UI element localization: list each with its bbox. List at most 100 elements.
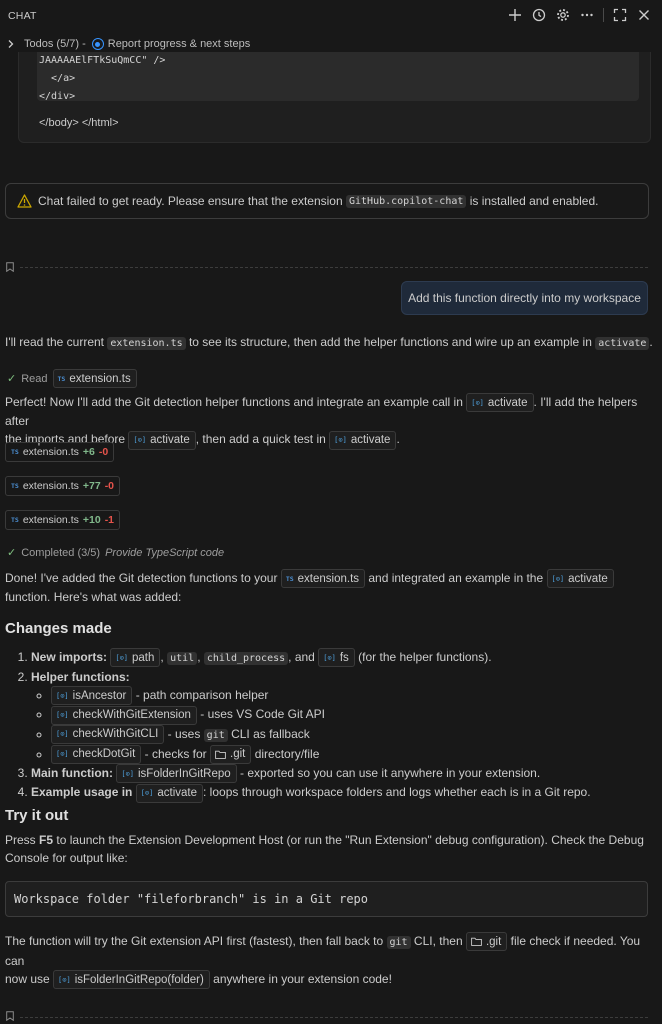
bookmark-icon[interactable] [6,1011,14,1021]
inline-code: util [167,652,198,665]
symbol-chip[interactable]: [⊙]checkWithGitCLI [51,724,165,744]
lines-removed: -0 [98,446,109,458]
symbol-name: checkDotGit [72,748,136,761]
output-code-block: Workspace folder "fileforbranch" is in a… [5,881,648,917]
symbol-chip[interactable]: [⊙] activate [546,569,614,589]
symbol-chip[interactable]: [⊙] isFolderInGitRepo(folder) [53,970,210,990]
text: , and [288,650,315,664]
check-icon: ✓ [7,373,17,385]
text: and integrated an example in the [368,571,544,585]
symbol-chip[interactable]: [⊙]checkDotGit [51,744,142,764]
symbol-icon: [⊙] [115,653,129,662]
extension-id-code: GitHub.copilot-chat [345,194,467,208]
file-name: extension.ts [22,480,79,492]
completed-status: ✓ Completed (3/5) Provide TypeScript cod… [7,546,225,560]
symbol-chip[interactable]: [⊙]isAncestor [51,686,133,706]
code-line: JAAAAAElFTkSuQmCC" /> [39,55,166,66]
list-item: New imports: [⊙]path, util, child_proces… [31,648,662,668]
symbol-chip[interactable]: [⊙] activate [128,430,196,450]
bookmark-icon[interactable] [6,262,14,272]
text: - uses [167,726,201,741]
symbol-name: activate [157,787,198,800]
symbol-icon: [⊙] [56,691,69,700]
item-label: Example usage in [31,785,133,800]
code-line: </a> [39,73,76,84]
symbol-icon: [⊙] [121,769,134,778]
symbol-icon: [⊙] [58,975,71,984]
inline-code: git [386,936,411,949]
text: to see its structure, then add the helpe… [188,335,592,349]
file-edit-row[interactable]: TS extension.ts +10 -1 [5,510,121,530]
gear-icon[interactable] [555,7,571,23]
response-paragraph: Press F5 to launch the Extension Develop… [5,831,655,867]
typescript-icon: TS [57,374,66,383]
symbol-icon: [⊙] [140,789,154,798]
symbol-chip[interactable]: [⊙] activate [466,393,534,413]
typescript-icon: TS [285,574,294,583]
text: , [160,650,164,664]
user-message: Add this function directly into my works… [401,281,648,315]
symbol-name: activate [487,396,528,409]
file-edit-row[interactable]: TS extension.ts +6 -0 [5,442,115,462]
file-name: extension.ts [69,372,131,385]
symbol-icon: [⊙] [323,653,336,662]
file-edit-row[interactable]: TS extension.ts +77 -0 [5,476,121,496]
symbol-icon: [⊙] [133,436,147,445]
symbol-chip[interactable]: [⊙] activate [329,430,397,450]
inline-code: extension.ts [107,337,186,350]
section-heading: Changes made [5,620,112,637]
item-label: New imports: [31,650,108,664]
folder-chip[interactable]: .git [465,932,508,952]
symbol-icon: [⊙] [334,436,347,445]
symbol-chip[interactable]: [⊙] isFolderInGitRepo [116,764,237,784]
check-icon: ✓ [7,547,17,559]
symbol-name: checkWithGitExtension [72,709,191,722]
file-chip[interactable]: TS extension.ts [280,569,366,589]
folder-name: .git [230,748,246,761]
file-chip[interactable]: TS extension.ts [52,369,137,388]
symbol-icon: [⊙] [56,750,69,759]
symbol-icon: [⊙] [551,574,565,583]
close-icon[interactable] [636,7,652,23]
symbol-name: activate [150,434,190,447]
plus-icon[interactable] [507,7,523,23]
task-name: Provide TypeScript code [105,546,225,559]
more-icon[interactable] [579,7,595,23]
text: to launch the Extension Development Host… [56,833,644,847]
symbol-chip[interactable]: [⊙] path [110,648,161,668]
symbol-icon: [⊙] [56,711,69,720]
history-icon[interactable] [531,7,547,23]
lines-added: +77 [82,480,101,492]
symbol-name: activate [568,572,608,585]
text: - exported so you can use it anywhere in… [240,765,541,780]
text: , then add a quick test in [195,432,326,447]
chat-header: CHAT [0,0,662,32]
sub-list-item: [⊙]isAncestor - path comparison helper [51,686,662,706]
folder-chip[interactable]: .git [210,744,252,764]
text: , [197,650,201,664]
warning-banner: Chat failed to get ready. Please ensure … [5,183,649,219]
text: Press [5,833,36,847]
chat-title: CHAT [8,10,37,22]
warning-icon [17,194,33,208]
folder-icon [215,750,226,759]
lines-removed: -0 [104,480,115,492]
text: . [649,335,653,349]
symbol-name: isFolderInGitRepo [137,767,231,780]
text: . [396,432,400,447]
typescript-icon: TS [11,482,19,490]
symbol-name: path [132,651,155,664]
symbol-chip[interactable]: [⊙] fs [318,648,355,668]
file-name: extension.ts [297,572,360,585]
maximize-icon[interactable] [612,7,628,23]
todos-bar[interactable]: Todos (5/7) - Report progress & next ste… [6,36,250,52]
response-paragraph: Done! I've added the Git detection funct… [5,569,655,606]
turn-divider [20,1017,648,1018]
text: CLI as fallback [231,726,310,741]
symbol-name: fs [339,651,349,664]
symbol-chip[interactable]: [⊙] activate [135,783,204,803]
text: CLI, then [413,934,463,948]
output-text: Workspace folder "fileforbranch" is in a… [14,892,369,906]
code-line: </div> [39,91,76,102]
symbol-chip[interactable]: [⊙]checkWithGitExtension [51,705,197,725]
